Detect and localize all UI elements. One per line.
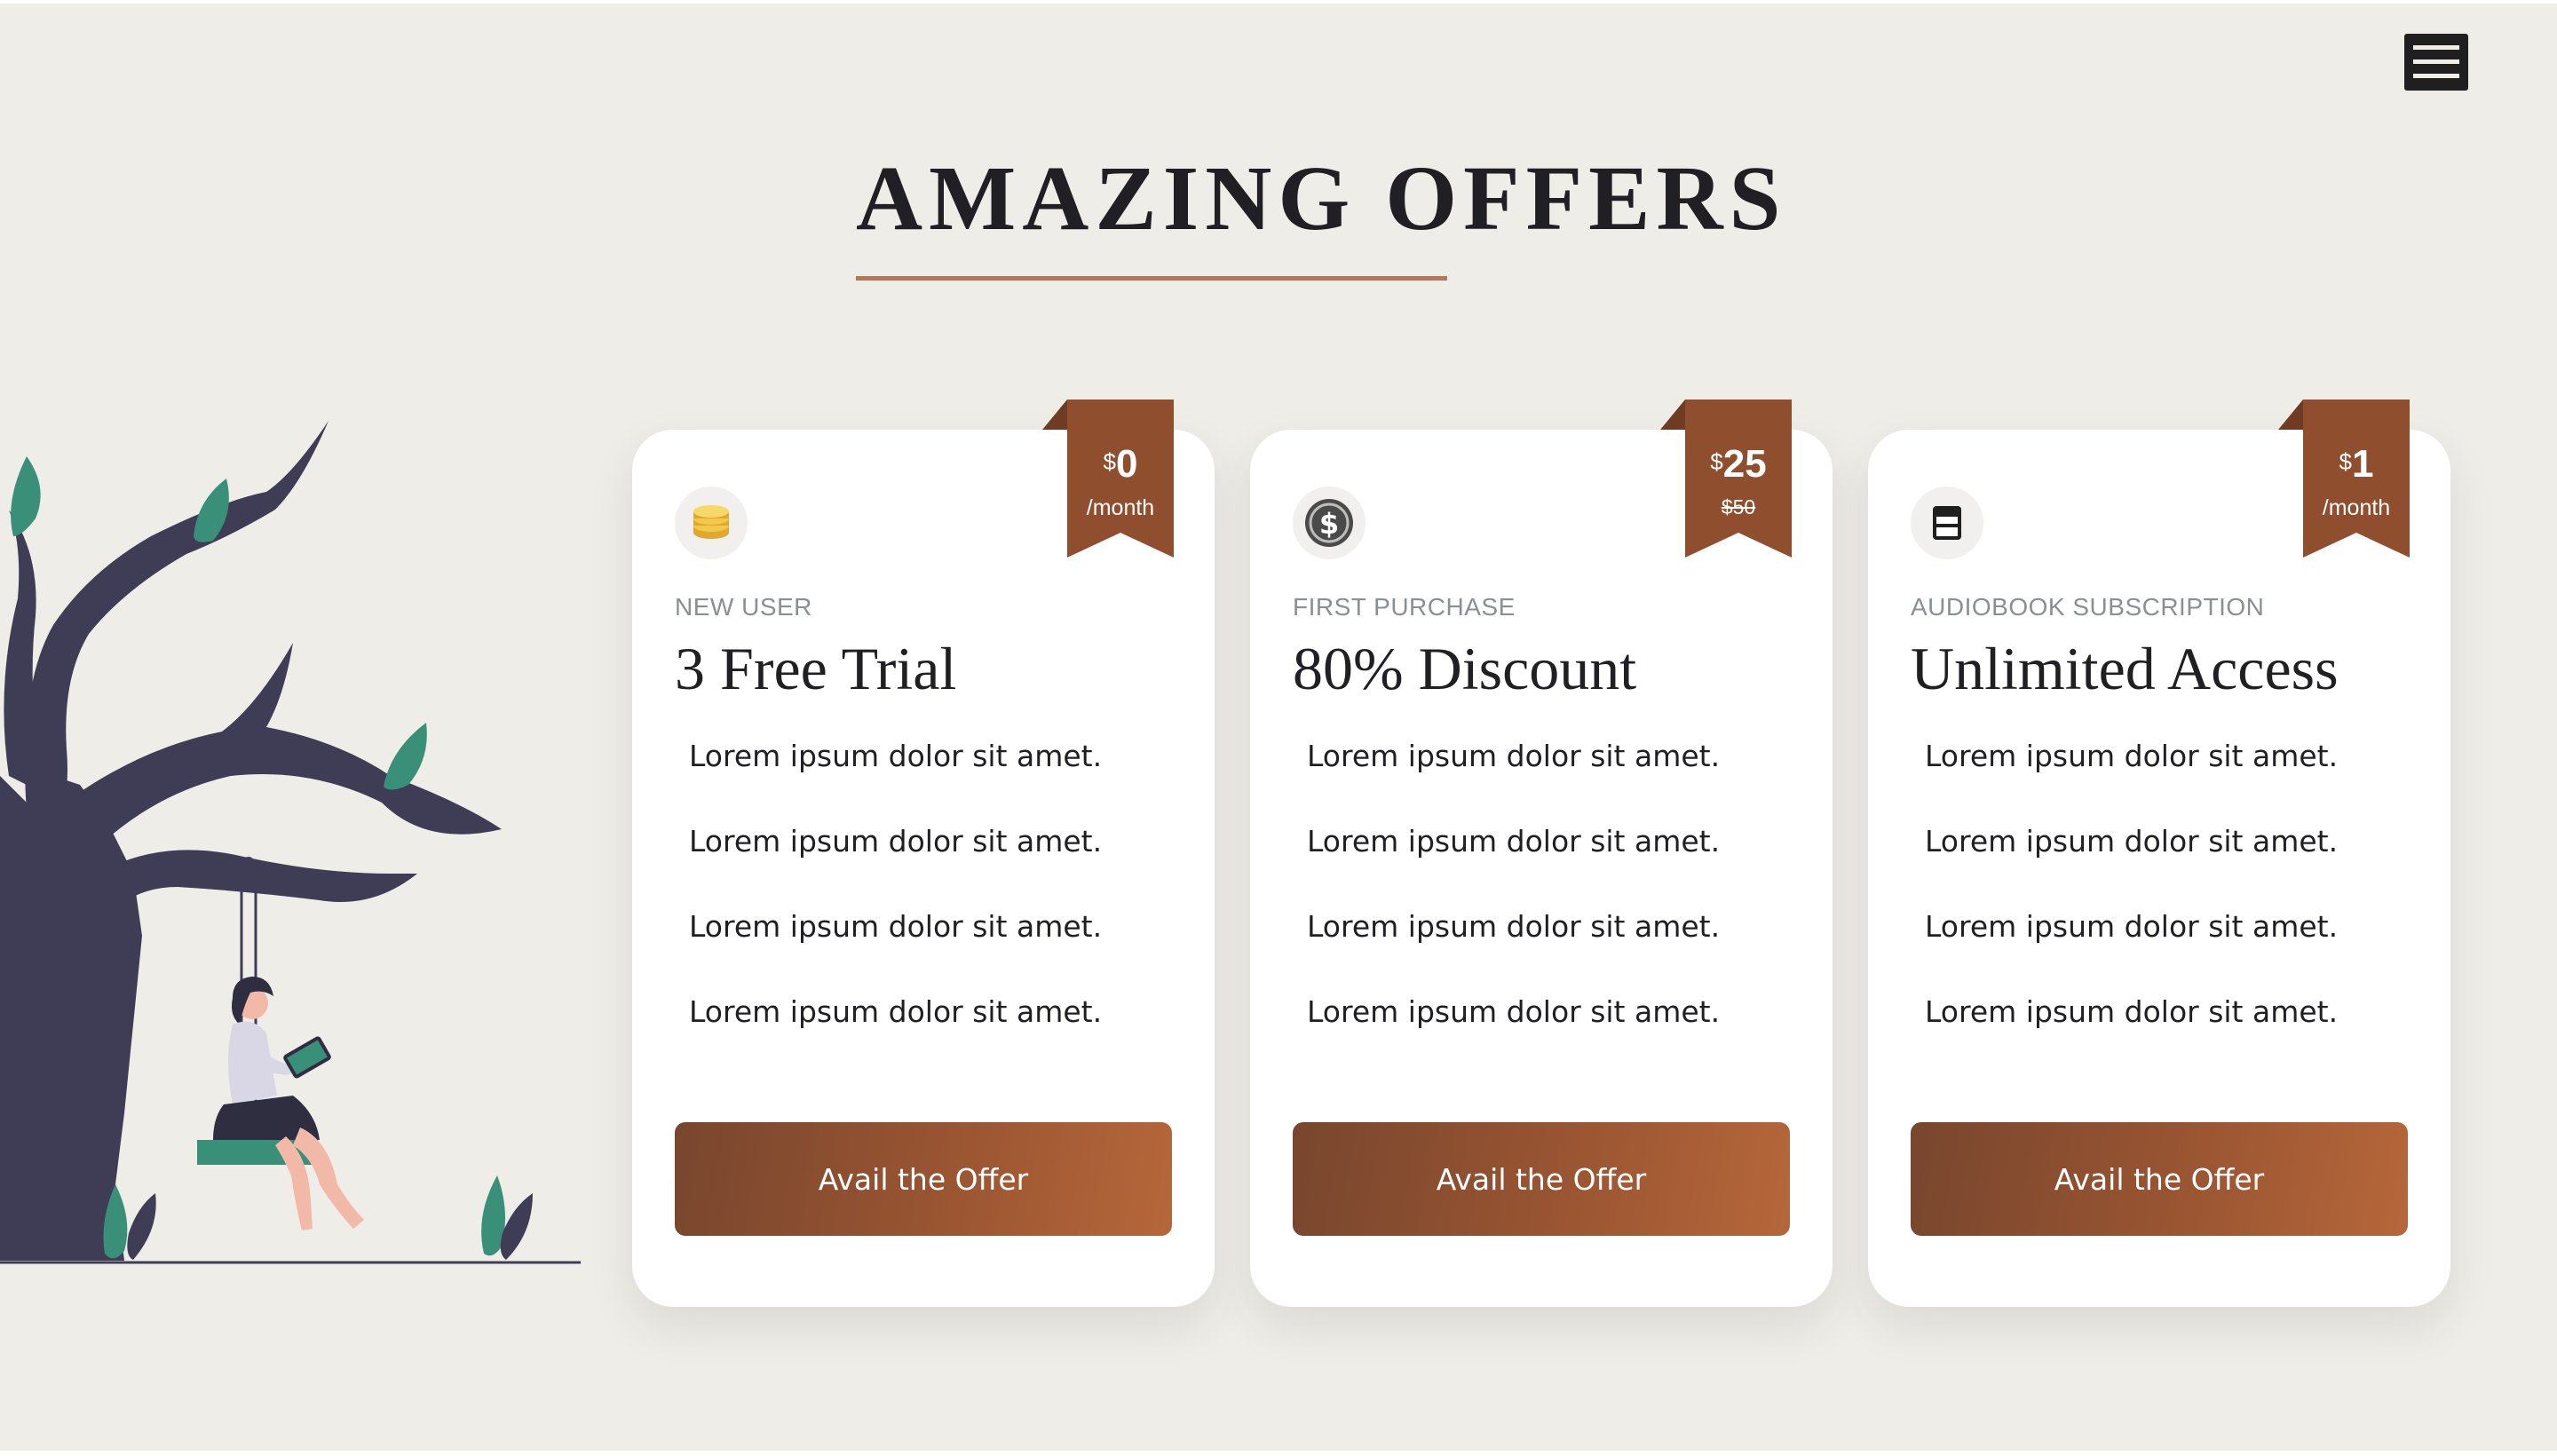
leaf <box>500 1193 533 1260</box>
price-value: $25 <box>1685 442 1792 487</box>
feature-item: Lorem ipsum dolor sit amet. <box>1925 739 2339 773</box>
coins-icon <box>675 487 748 559</box>
price-ribbon: $25 $50 <box>1660 400 1792 558</box>
feature-item: Lorem ipsum dolor sit amet. <box>689 739 1103 773</box>
feature-item: Lorem ipsum dolor sit amet. <box>1307 994 1721 1029</box>
tree-branch <box>98 850 417 918</box>
menu-bar <box>2413 45 2459 50</box>
avail-offer-button[interactable]: Avail the Offer <box>1911 1122 2408 1236</box>
feature-list: Lorem ipsum dolor sit amet. Lorem ipsum … <box>1307 739 1720 1080</box>
feature-item: Lorem ipsum dolor sit amet. <box>689 824 1103 859</box>
price-ribbon: $1 /month <box>2278 400 2410 558</box>
price-period: /month <box>2322 495 2391 520</box>
price-amount: 0 <box>1115 442 1138 486</box>
leaf <box>384 723 427 790</box>
feature-list: Lorem ipsum dolor sit amet. Lorem ipsum … <box>1925 739 2338 1080</box>
svg-text:$: $ <box>1319 507 1339 541</box>
feature-item: Lorem ipsum dolor sit amet. <box>1307 909 1721 944</box>
tree-trunk <box>0 776 142 1261</box>
price-ribbon: $0 /month <box>1042 400 1174 558</box>
page: AMAZING OFFERS $0 /month NEW USER 3 Free… <box>0 4 2557 1451</box>
price-currency: $ <box>1710 448 1723 475</box>
feature-item: Lorem ipsum dolor sit amet. <box>1925 909 2339 944</box>
tree-branch <box>53 643 502 856</box>
menu-bar <box>2413 74 2459 78</box>
offer-card-first-purchase: $25 $50 $ FIRST PURCHASE 80% Discount Lo… <box>1250 400 1833 1307</box>
dollar-coin-icon: $ <box>1293 487 1366 559</box>
hamburger-menu-icon[interactable] <box>2404 34 2468 91</box>
offer-title: 80% Discount <box>1293 635 1637 702</box>
offer-title: Unlimited Access <box>1911 635 2339 702</box>
feature-item: Lorem ipsum dolor sit amet. <box>1925 994 2339 1029</box>
offer-category: AUDIOBOOK SUBSCRIPTION <box>1911 593 2265 621</box>
offer-card-audiobook-subscription: $1 /month AUDIOBOOK SUBSCRIPTION Unlimit… <box>1868 400 2450 1307</box>
price-period: /month <box>1086 495 1155 520</box>
title-underline <box>856 276 1447 281</box>
avail-offer-button[interactable]: Avail the Offer <box>1293 1122 1790 1236</box>
leaf <box>11 456 41 536</box>
price-currency: $ <box>1103 448 1116 475</box>
feature-item: Lorem ipsum dolor sit amet. <box>1307 739 1721 773</box>
feature-list: Lorem ipsum dolor sit amet. Lorem ipsum … <box>689 739 1102 1080</box>
page-title: AMAZING OFFERS <box>856 147 1787 249</box>
offer-card-new-user: $0 /month NEW USER 3 Free Trial Lorem ip… <box>632 400 1215 1307</box>
avail-offer-button[interactable]: Avail the Offer <box>675 1122 1172 1236</box>
price-value: $1 <box>2303 442 2410 487</box>
price-amount: 1 <box>2351 442 2374 486</box>
price-amount: 25 <box>1722 442 1767 486</box>
feature-item: Lorem ipsum dolor sit amet. <box>1925 824 2339 859</box>
price-value: $0 <box>1067 442 1174 487</box>
leaf <box>127 1193 156 1260</box>
offer-title: 3 Free Trial <box>675 635 957 702</box>
original-price: $50 <box>1721 495 1756 518</box>
woman-reading-on-swing-illustration <box>0 403 586 1273</box>
feature-item: Lorem ipsum dolor sit amet. <box>689 994 1103 1029</box>
calendar-card-icon <box>1911 487 1983 559</box>
feature-item: Lorem ipsum dolor sit amet. <box>689 909 1103 944</box>
menu-bar <box>2413 59 2459 64</box>
price-currency: $ <box>2339 448 2352 475</box>
feature-item: Lorem ipsum dolor sit amet. <box>1307 824 1721 859</box>
offer-category: NEW USER <box>675 593 812 621</box>
offer-category: FIRST PURCHASE <box>1293 593 1516 621</box>
